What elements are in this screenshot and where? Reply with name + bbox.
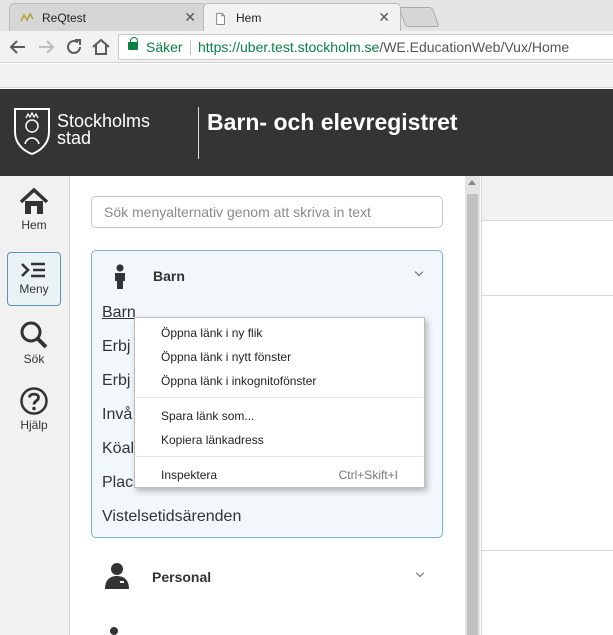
header-divider (198, 107, 199, 159)
person-icon (110, 627, 118, 635)
bookmarks-area (0, 64, 613, 88)
child-person-icon (115, 264, 125, 289)
menu-group-personal[interactable]: Personal (91, 552, 443, 602)
search-icon (20, 321, 48, 349)
menu-link[interactable]: Erbj (102, 372, 130, 390)
tab-title: Hem (236, 11, 262, 25)
context-shortcut: Ctrl+Skift+I (338, 468, 398, 482)
browser-tab-bar: ReQtest ✕ Hem ✕ (0, 0, 613, 31)
tab-close-icon[interactable]: ✕ (184, 9, 196, 26)
menu-scrollbar[interactable] (465, 176, 480, 635)
stockholm-crest-icon[interactable] (12, 106, 52, 156)
lock-icon (128, 37, 138, 50)
sidebar-item-label: Hjälp (20, 418, 48, 432)
chevron-down-icon[interactable] (414, 267, 424, 277)
divider (482, 295, 613, 296)
logo-text: Stockholms stad (57, 112, 150, 148)
new-tab-button[interactable] (398, 7, 440, 27)
menu-link-vistelsetidsarenden[interactable]: Vistelsetidsärenden (102, 508, 241, 526)
address-bar[interactable]: Säker https://uber.test.stockholm.se/WE.… (118, 34, 613, 60)
site-header: Stockholms stad Barn- och elevregistret (0, 89, 613, 176)
reload-icon[interactable] (62, 35, 86, 59)
forward-arrow-icon[interactable] (34, 35, 58, 59)
menu-link[interactable]: Köal (102, 440, 134, 458)
menu-group-title: Personal (152, 569, 212, 585)
context-item-open-new-tab[interactable]: Öppna länk i ny flik (161, 326, 262, 340)
menu-group-title[interactable]: Barn (153, 268, 185, 284)
sidebar-item-hjalp[interactable]: Hjälp (7, 386, 61, 440)
context-item-copy-link[interactable]: Kopiera länkadress (161, 433, 264, 447)
reqtest-favicon-icon (20, 12, 34, 22)
menu-link[interactable]: Erbj (102, 338, 130, 356)
context-item-inspect[interactable]: Inspektera (161, 468, 217, 482)
browser-toolbar: Säker https://uber.test.stockholm.se/WE.… (0, 31, 613, 63)
address-divider (190, 40, 191, 55)
logo-line-2: stad (57, 128, 92, 148)
sidebar-item-label: Hem (21, 218, 47, 232)
scroll-thumb[interactable] (467, 194, 478, 635)
url-host: https://uber.test.stockholm.se (198, 39, 380, 55)
tab-close-icon[interactable]: ✕ (378, 9, 390, 26)
chevron-down-icon[interactable] (415, 568, 425, 578)
context-separator (136, 397, 423, 398)
sidebar-item-hem[interactable]: Hem (7, 188, 61, 242)
context-item-open-incognito[interactable]: Öppna länk i inkognitofönster (161, 374, 316, 388)
left-sidebar: Hem Meny Sök Hjälp (0, 176, 70, 635)
staff-person-icon (105, 563, 129, 589)
menu-link-barn[interactable]: Barn (102, 304, 136, 322)
page-document-icon (216, 12, 225, 25)
sidebar-item-label: Sök (23, 352, 45, 366)
content-pane (481, 176, 613, 635)
context-separator (136, 456, 423, 457)
url-path: /WE.EducationWeb/Vux/Home (379, 39, 570, 55)
content-band (482, 176, 613, 221)
scroll-up-arrow-icon[interactable] (468, 180, 476, 185)
tab-title: ReQtest (42, 11, 87, 25)
menu-link[interactable]: Plac (102, 474, 133, 492)
page-title: Barn- och elevregistret (207, 109, 458, 135)
help-icon (20, 387, 48, 415)
back-arrow-icon[interactable] (6, 35, 30, 59)
home-icon[interactable] (89, 35, 113, 59)
context-item-open-new-window[interactable]: Öppna länk i nytt fönster (161, 350, 291, 364)
sidebar-item-label: Meny (19, 282, 49, 296)
menu-search-input[interactable]: Sök menyalternativ genom att skriva in t… (91, 196, 443, 228)
menu-link[interactable]: Invå (102, 406, 132, 424)
sidebar-item-meny[interactable]: Meny (7, 252, 61, 306)
url-text: https://uber.test.stockholm.se/WE.Educat… (198, 35, 569, 59)
secure-label: Säker (146, 39, 183, 55)
browser-tab-reqtest[interactable]: ReQtest ✕ (9, 3, 207, 31)
context-menu: Öppna länk i ny flik Öppna länk i nytt f… (134, 317, 425, 488)
context-item-save-link[interactable]: Spara länk som... (161, 409, 254, 423)
divider (482, 550, 613, 551)
browser-tab-hem[interactable]: Hem ✕ (203, 3, 401, 31)
home-icon (19, 188, 49, 214)
sidebar-item-sok[interactable]: Sök (7, 320, 61, 374)
